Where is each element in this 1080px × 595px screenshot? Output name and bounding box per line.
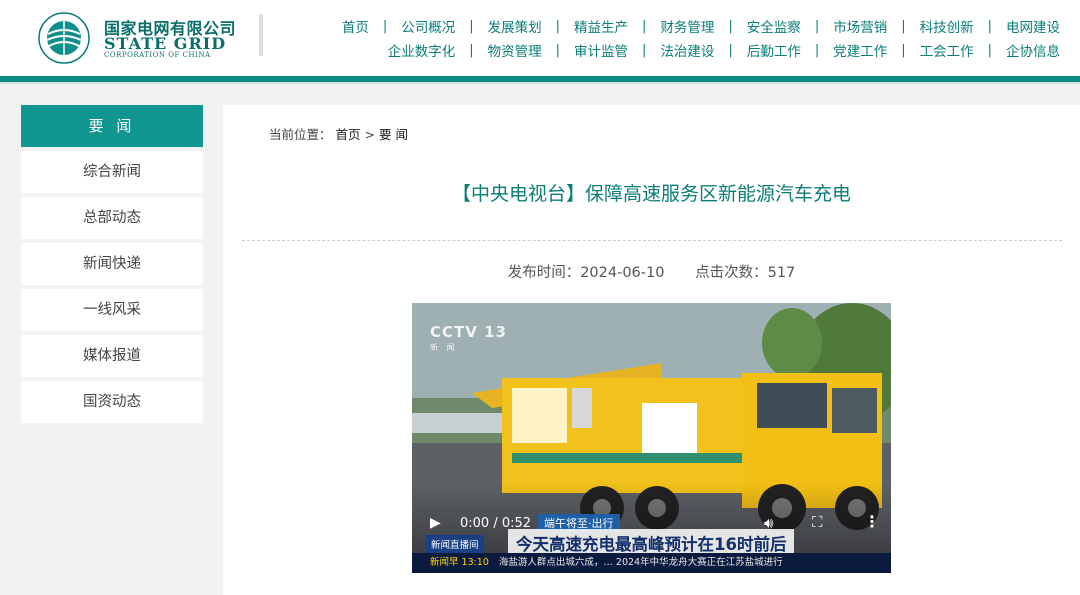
nav-separator: | <box>814 42 820 58</box>
nav-separator: | <box>469 18 474 34</box>
nav-item-r2-4[interactable]: 后勤工作 <box>747 40 801 60</box>
volume-icon[interactable]: 🔊︎ <box>764 514 773 532</box>
nav-item-r1-0[interactable]: 首页 <box>342 16 369 36</box>
nav-separator: | <box>728 42 733 58</box>
nav-separator: | <box>901 18 906 34</box>
video-live-tag: 新闻直播间 <box>426 535 484 553</box>
nav-separator: | <box>469 42 474 58</box>
logo-english-subtitle: CORPORATION OF CHINA <box>104 51 211 59</box>
breadcrumb: 当前位置： 首页 > 要 闻 <box>269 124 408 143</box>
breadcrumb-current-link[interactable]: 要 闻 <box>379 127 408 142</box>
sidebar-heading[interactable]: 要 闻 <box>21 105 203 147</box>
breadcrumb-home-link[interactable]: 首页 <box>336 127 361 142</box>
state-grid-logo[interactable]: 国家电网有限公司 STATE GRID CORPORATION OF CHINA <box>38 12 263 64</box>
nav-item-r2-0[interactable]: 企业数字化 <box>388 40 456 60</box>
cctv-channel-logo: CCTV 13 新 闻 <box>430 323 507 352</box>
nav-item-r2-2[interactable]: 审计监管 <box>574 40 628 60</box>
nav-separator: | <box>642 18 647 34</box>
logo-divider <box>259 14 263 56</box>
sidebar-item-sasac-news[interactable]: 国资动态 <box>21 381 203 423</box>
nav-separator: | <box>642 42 647 58</box>
breadcrumb-separator: > <box>364 127 375 142</box>
breadcrumb-prefix: 当前位置： <box>269 127 332 142</box>
title-divider <box>242 240 1062 241</box>
article-panel: 当前位置： 首页 > 要 闻 【中央电视台】保障高速服务区新能源汽车充电 发布时… <box>223 105 1080 595</box>
play-icon[interactable]: ▶ <box>430 515 441 531</box>
sidebar-item-hq-news[interactable]: 总部动态 <box>21 197 203 239</box>
sidebar: 要 闻 综合新闻 总部动态 新闻快递 一线风采 媒体报道 国资动态 <box>21 105 203 423</box>
nav-item-r2-5[interactable]: 党建工作 <box>833 40 887 60</box>
sidebar-item-news-express[interactable]: 新闻快递 <box>21 243 203 285</box>
video-news-ticker: 新闻早 13:10 海盐游人群点出城六成，… 2024年中华龙舟大赛正在江苏盐城进… <box>412 553 891 573</box>
nav-separator: | <box>814 18 820 34</box>
video-time-display: 0:00 / 0:52 <box>460 516 532 531</box>
sidebar-item-comprehensive-news[interactable]: 综合新闻 <box>21 151 203 193</box>
site-header: 国家电网有限公司 STATE GRID CORPORATION OF CHINA… <box>0 0 1080 76</box>
state-grid-emblem-icon <box>38 12 90 64</box>
nav-item-r2-7[interactable]: 企协信息 <box>1006 40 1060 60</box>
article-meta: 发布时间：2024-06-10 点击次数：517 <box>223 261 1080 282</box>
nav-item-r2-6[interactable]: 工会工作 <box>920 40 974 60</box>
sidebar-item-frontline[interactable]: 一线风采 <box>21 289 203 331</box>
nav-separator: | <box>555 18 561 34</box>
more-options-icon[interactable]: ⋮ <box>864 512 880 531</box>
main-nav-row-2: 企业数字化 | 物资管理 | 审计监管 | 法治建设 | 后勤工作 | 党建工作 | 工会工作 | 企协信息 <box>388 40 1060 61</box>
main-nav-row-1: 首页 | 公司概况 | 发展策划 | 精益生产 | 财务管理 | 安全监察 | 市场营销 | 科技创新 | 电网… <box>342 16 1060 37</box>
nav-item-r1-8[interactable]: 电网建设 <box>1006 16 1060 36</box>
nav-separator: | <box>555 42 561 58</box>
publish-date: 发布时间：2024-06-10 <box>507 265 665 281</box>
nav-item-r1-4[interactable]: 财务管理 <box>660 16 714 36</box>
header-accent-bar-light <box>0 82 1080 84</box>
nav-item-r1-2[interactable]: 发展策划 <box>488 16 542 36</box>
nav-item-r1-6[interactable]: 市场营销 <box>833 16 887 36</box>
nav-separator: | <box>987 18 992 34</box>
nav-separator: | <box>901 42 906 58</box>
nav-separator: | <box>382 18 388 34</box>
nav-item-r1-1[interactable]: 公司概况 <box>401 16 455 36</box>
nav-item-r1-5[interactable]: 安全监察 <box>747 16 801 36</box>
nav-item-r1-3[interactable]: 精益生产 <box>574 16 628 36</box>
fullscreen-icon[interactable]: ⛶ <box>812 513 823 531</box>
sidebar-item-media-reports[interactable]: 媒体报道 <box>21 335 203 377</box>
nav-separator: | <box>728 18 733 34</box>
nav-item-r2-3[interactable]: 法治建设 <box>660 40 714 60</box>
click-count: 点击次数：517 <box>695 265 796 281</box>
nav-item-r2-1[interactable]: 物资管理 <box>488 40 542 60</box>
article-title: 【中央电视台】保障高速服务区新能源汽车充电 <box>451 183 851 205</box>
nav-item-r1-7[interactable]: 科技创新 <box>920 16 974 36</box>
video-player[interactable]: CCTV 13 新 闻 端午将至·出行 新闻直播间 今天高速充电最高峰预计在16… <box>412 303 891 573</box>
nav-separator: | <box>987 42 992 58</box>
